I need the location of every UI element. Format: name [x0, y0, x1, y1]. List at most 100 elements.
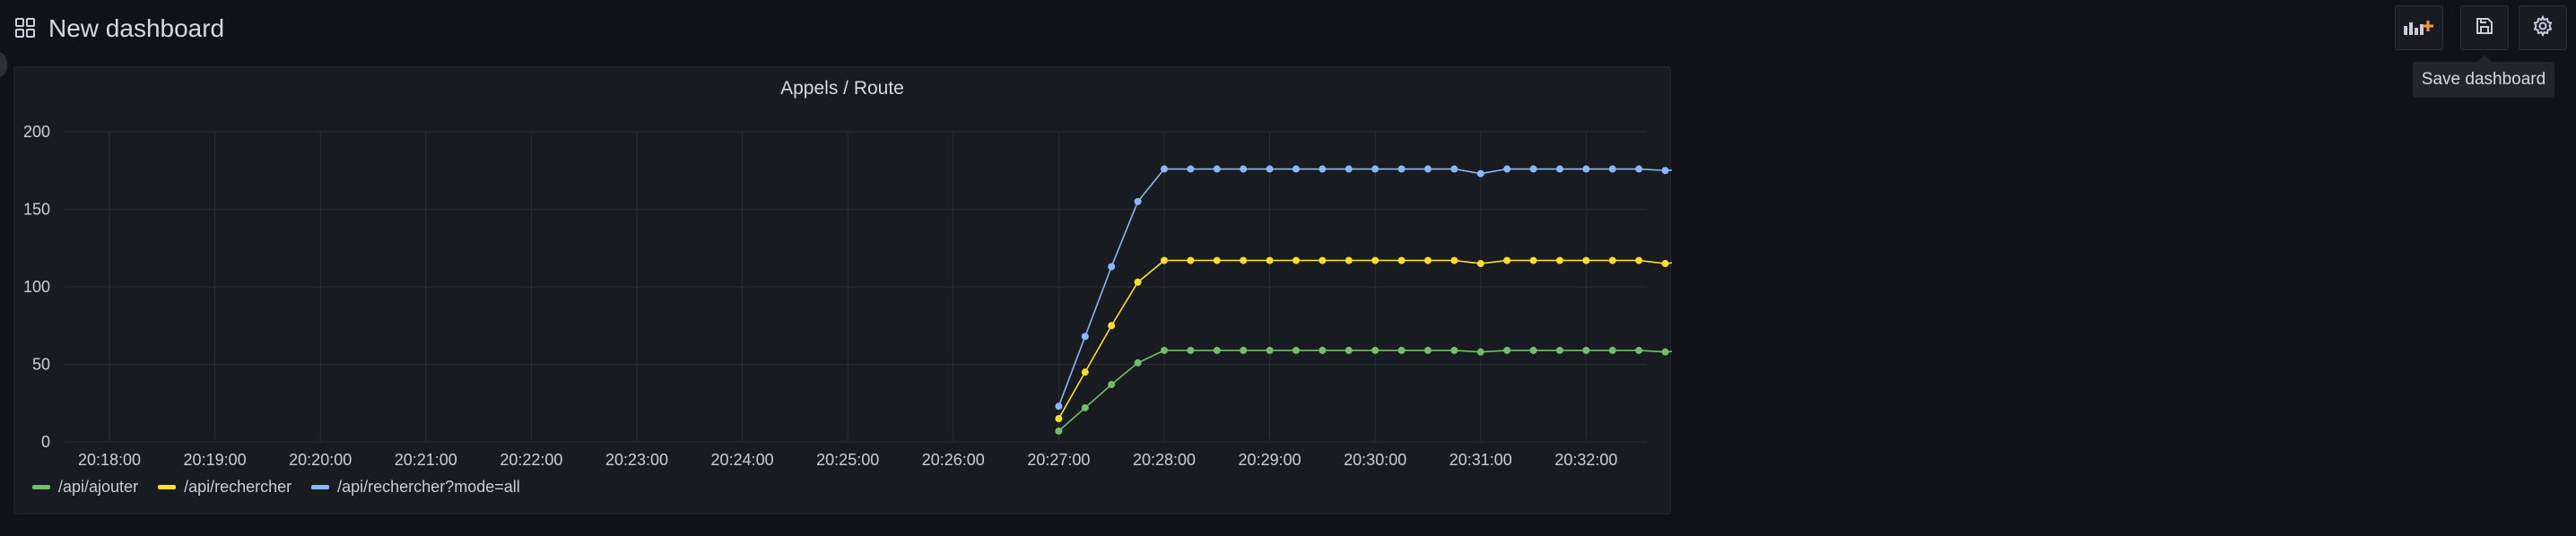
data-point [1635, 346, 1643, 354]
data-point [1134, 359, 1142, 367]
x-tick-label: 20:28:00 [1133, 451, 1196, 469]
data-point [1661, 260, 1669, 268]
data-point [1529, 346, 1537, 354]
data-point [1292, 256, 1300, 264]
data-point [1266, 165, 1274, 173]
save-dashboard-button[interactable] [2460, 5, 2509, 50]
data-point [1318, 346, 1327, 354]
data-point [1081, 403, 1089, 411]
legend-label: /api/ajouter [58, 478, 139, 496]
dashboard-header: New dashboard [0, 0, 2576, 57]
save-icon [2475, 16, 2494, 40]
gear-icon [2532, 14, 2554, 41]
data-point [1635, 165, 1643, 173]
data-point [1503, 346, 1511, 354]
series-line-2 [1057, 168, 1672, 407]
x-tick-label: 20:22:00 [500, 451, 562, 469]
data-point [1424, 346, 1432, 354]
x-tick-label: 20:32:00 [1554, 451, 1617, 469]
add-panel-button[interactable] [2395, 5, 2443, 50]
data-point [1240, 256, 1248, 264]
data-point [1161, 165, 1168, 173]
data-point [1318, 256, 1327, 264]
data-point [1556, 256, 1563, 264]
data-point [1161, 346, 1168, 354]
data-point [1397, 256, 1405, 264]
y-tick-label: 150 [23, 201, 50, 219]
x-tick-label: 20:33:00 [1660, 451, 1672, 469]
data-point [1476, 260, 1484, 268]
y-tick-label: 200 [23, 123, 50, 141]
data-point [1081, 333, 1089, 341]
data-point [1134, 278, 1142, 286]
data-point [1661, 348, 1669, 356]
add-panel-icon [2402, 15, 2436, 41]
data-point [1582, 346, 1590, 354]
legend-label: /api/rechercher?mode=all [337, 478, 520, 496]
data-point [1240, 346, 1248, 354]
data-point [1345, 346, 1353, 354]
data-point [1187, 346, 1195, 354]
data-point [1582, 256, 1590, 264]
legend-item-ajouter[interactable]: /api/ajouter [32, 478, 138, 497]
data-point [1556, 165, 1563, 173]
data-point [1266, 346, 1274, 354]
data-point [1608, 256, 1616, 264]
data-point [1397, 165, 1405, 173]
x-tick-label: 20:19:00 [184, 451, 247, 469]
save-dashboard-tooltip: Save dashboard [2413, 55, 2554, 98]
data-point [1081, 368, 1089, 376]
legend-item-rechercher[interactable]: /api/rechercher [158, 478, 292, 497]
x-tick-label: 20:23:00 [605, 451, 668, 469]
data-point [1292, 346, 1300, 354]
apps-grid-icon [14, 17, 36, 39]
data-point [1318, 165, 1327, 173]
data-point [1213, 256, 1221, 264]
data-point [1213, 165, 1221, 173]
data-point [1556, 346, 1563, 354]
data-point [1108, 263, 1116, 271]
data-point [1661, 167, 1669, 175]
legend-label: /api/rechercher [184, 478, 292, 496]
x-tick-label: 20:30:00 [1344, 451, 1406, 469]
x-tick-label: 20:25:00 [816, 451, 879, 469]
data-point [1529, 256, 1537, 264]
data-point [1503, 165, 1511, 173]
dashboard-settings-button[interactable] [2519, 5, 2567, 50]
data-point [1371, 346, 1379, 354]
data-point [1292, 165, 1300, 173]
data-point [1450, 256, 1458, 264]
data-point [1476, 348, 1484, 356]
x-tick-label: 20:18:00 [78, 451, 141, 469]
x-tick-label: 20:21:00 [395, 451, 457, 469]
data-point [1371, 256, 1379, 264]
x-tick-label: 20:24:00 [711, 451, 774, 469]
x-tick-label: 20:27:00 [1027, 451, 1090, 469]
data-point [1476, 169, 1484, 177]
data-point [1424, 256, 1432, 264]
x-tick-label: 20:26:00 [922, 451, 985, 469]
dashboard-title[interactable]: New dashboard [48, 13, 224, 45]
chart-legend: /api/ajouter /api/rechercher /api/recher… [32, 478, 520, 497]
data-point [1240, 165, 1248, 173]
data-point [1187, 256, 1195, 264]
data-point [1345, 165, 1353, 173]
series-line-1 [1057, 259, 1672, 419]
y-tick-label: 100 [23, 278, 50, 296]
data-point [1108, 322, 1116, 330]
x-tick-label: 20:20:00 [289, 451, 352, 469]
legend-item-rechercher-all[interactable]: /api/rechercher?mode=all [311, 478, 520, 497]
data-point [1529, 165, 1537, 173]
data-point [1450, 165, 1458, 173]
data-point [1345, 256, 1353, 264]
x-tick-label: 20:31:00 [1449, 451, 1512, 469]
data-point [1424, 165, 1432, 173]
y-tick-label: 0 [41, 433, 50, 451]
data-point [1055, 402, 1063, 411]
data-point [1608, 346, 1616, 354]
timeseries-panel[interactable]: Appels / Route 0 50 100 150 200 20:18:00 20:19… [13, 66, 1672, 514]
data-point [1187, 165, 1195, 173]
data-point [1582, 165, 1590, 173]
data-point [1108, 380, 1116, 388]
legend-swatch [311, 485, 330, 489]
